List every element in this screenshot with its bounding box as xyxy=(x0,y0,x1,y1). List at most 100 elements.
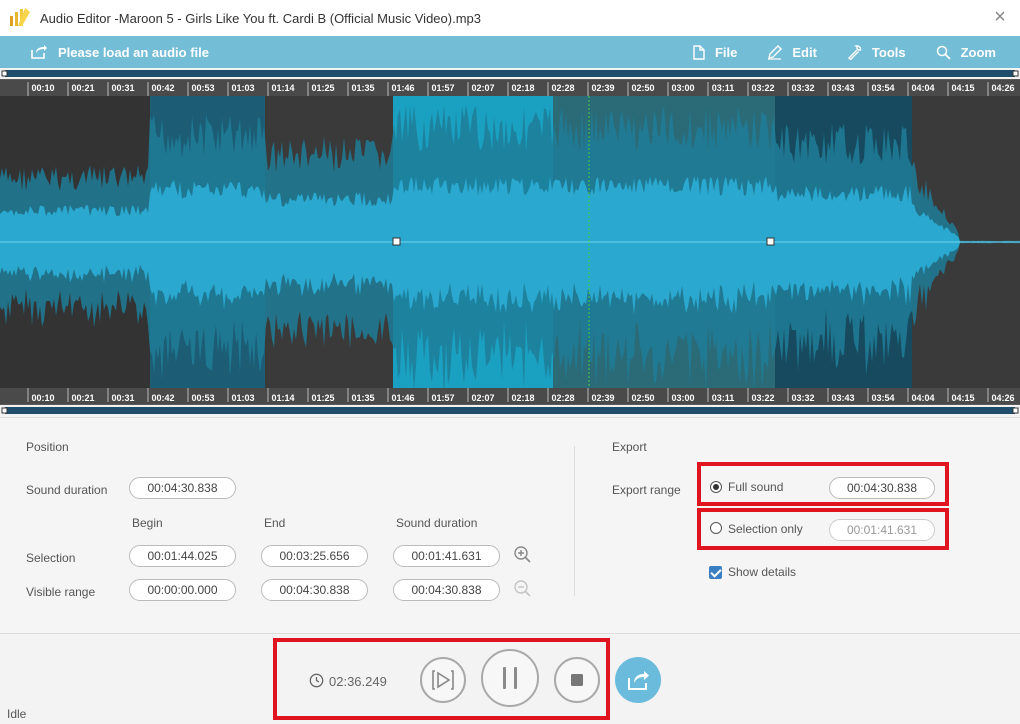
position-section-title: Position xyxy=(26,440,69,454)
timeline-tick-label: 03:22 xyxy=(751,83,774,93)
timeline-tick-label: 03:43 xyxy=(831,83,854,93)
begin-column-header: Begin xyxy=(132,516,163,530)
selection-end-handle xyxy=(766,237,775,246)
window-title: Audio Editor -Maroon 5 - Girls Like You … xyxy=(40,10,481,26)
timeline-tick-label: 01:14 xyxy=(271,83,294,93)
timeline-tick-label: 01:35 xyxy=(351,83,374,93)
share-export-icon xyxy=(628,671,649,690)
show-details-checkbox[interactable] xyxy=(709,566,722,579)
load-file-icon xyxy=(31,45,47,59)
status-text: Idle xyxy=(7,707,27,721)
selection-start-handle xyxy=(392,237,401,246)
timeline-tick-label: 04:04 xyxy=(911,393,934,403)
scrollbar-bottom xyxy=(5,407,1015,414)
current-time-display: 02:36.249 xyxy=(329,674,387,689)
selection-label: Selection xyxy=(26,551,76,565)
timeline-tick-label: 04:15 xyxy=(951,393,974,403)
file-icon xyxy=(693,44,705,60)
pencil-icon xyxy=(768,44,783,60)
full-sound-label[interactable]: Full sound xyxy=(728,480,783,494)
timeline-tick-label: 01:46 xyxy=(391,83,414,93)
scroll-handle-right-bottom xyxy=(1012,407,1019,414)
show-details-label[interactable]: Show details xyxy=(728,565,796,579)
waveform-editor[interactable]: 00:10 00:21 00:31 00:42 00:53 01:03 01:14 01:25… xyxy=(0,68,1020,417)
timeline-tick-label: 04:26 xyxy=(991,83,1014,93)
stop-icon xyxy=(571,674,583,686)
timeline-tick-label: 02:39 xyxy=(591,83,614,93)
visible-begin-field[interactable]: 00:00:00.000 xyxy=(129,579,236,601)
timeline-tick-label: 03:54 xyxy=(871,83,894,93)
visible-range-label: Visible range xyxy=(26,585,96,599)
selection-end-field[interactable]: 00:03:25.656 xyxy=(261,545,368,567)
search-icon xyxy=(936,45,951,60)
wrench-icon xyxy=(847,44,862,60)
close-button[interactable]: × xyxy=(990,7,1010,27)
timeline-tick-label: 04:15 xyxy=(951,83,974,93)
edit-menu-label: Edit xyxy=(792,44,817,60)
timeline-tick-label: 00:10 xyxy=(31,83,54,93)
timeline-tick-label: 01:14 xyxy=(271,393,294,403)
zoom-in-icon[interactable] xyxy=(513,545,533,565)
timeline-tick-label: 03:43 xyxy=(831,393,854,403)
timeline-tick-label: 03:54 xyxy=(871,393,894,403)
edit-menu[interactable]: Edit xyxy=(767,45,817,60)
selection-only-radio[interactable] xyxy=(710,522,722,534)
timeline-tick-label: 03:22 xyxy=(751,393,774,403)
selection-begin-field[interactable]: 00:01:44.025 xyxy=(129,545,236,567)
timeline-tick-label: 01:35 xyxy=(351,393,374,403)
scrollbar-top xyxy=(5,70,1015,77)
zoom-menu-label: Zoom xyxy=(960,44,996,60)
end-column-header: End xyxy=(264,516,286,530)
timeline-tick-label: 03:00 xyxy=(671,83,694,93)
timeline-tick-label: 02:07 xyxy=(471,83,494,93)
selection-only-duration-field: 00:01:41.631 xyxy=(829,519,935,541)
stop-button[interactable] xyxy=(554,657,600,703)
toolbar-menu: File Edit Tools Zoom xyxy=(663,36,996,68)
timeline-tick-label: 02:28 xyxy=(551,393,574,403)
timeline-tick-label: 03:00 xyxy=(671,393,694,403)
timeline-tick-label: 02:39 xyxy=(591,393,614,403)
scroll-handle-left-bottom xyxy=(1,407,8,414)
pause-button[interactable] xyxy=(481,649,539,707)
visible-end-field[interactable]: 00:04:30.838 xyxy=(261,579,368,601)
title-bar: Audio Editor -Maroon 5 - Girls Like You … xyxy=(0,0,1020,36)
load-audio-button[interactable]: Please load an audio file xyxy=(30,44,209,60)
timeline-tick-label: 03:11 xyxy=(712,83,735,93)
selection-only-label[interactable]: Selection only xyxy=(728,522,803,536)
zoom-menu[interactable]: Zoom xyxy=(936,45,996,60)
full-sound-duration-field: 00:04:30.838 xyxy=(829,477,935,499)
timeline-tick-label: 00:53 xyxy=(191,393,214,403)
timeline-tick-label: 00:21 xyxy=(71,83,94,93)
zoom-out-icon[interactable] xyxy=(513,579,533,599)
timeline-tick-label: 00:42 xyxy=(151,83,174,93)
timeline-tick-label: 00:42 xyxy=(151,393,174,403)
file-menu[interactable]: File xyxy=(693,45,737,60)
panel-divider xyxy=(574,446,575,596)
timeline-tick-label: 01:57 xyxy=(431,83,454,93)
timeline-tick-label: 04:04 xyxy=(911,83,934,93)
toolbar: Please load an audio file File Edit Tool… xyxy=(0,36,1020,68)
full-sound-radio[interactable] xyxy=(710,481,722,493)
export-section-title: Export xyxy=(612,440,647,454)
timeline-tick-label: 03:32 xyxy=(791,393,814,403)
selection-duration-field[interactable]: 00:01:41.631 xyxy=(393,545,500,567)
timeline-tick-label: 01:46 xyxy=(391,393,414,403)
play-selection-icon xyxy=(432,670,454,690)
export-range-label: Export range xyxy=(612,483,681,497)
visible-duration-field[interactable]: 00:04:30.838 xyxy=(393,579,500,601)
play-selection-button[interactable] xyxy=(420,657,466,703)
timeline-tick-label: 00:31 xyxy=(111,393,134,403)
duration-column-header: Sound duration xyxy=(396,516,478,530)
tools-menu-label: Tools xyxy=(871,44,906,60)
timeline-tick-label: 00:10 xyxy=(31,393,54,403)
scroll-handle-left-top xyxy=(1,70,8,77)
scroll-handle-right-top xyxy=(1012,70,1019,77)
timeline-tick-label: 02:18 xyxy=(511,393,534,403)
timeline-tick-label: 02:07 xyxy=(471,393,494,403)
timeline-tick-label: 01:25 xyxy=(311,393,334,403)
export-button[interactable] xyxy=(615,657,661,703)
timeline-tick-label: 00:21 xyxy=(71,393,94,403)
timeline-tick-label: 02:28 xyxy=(551,83,574,93)
timeline-tick-label: 02:50 xyxy=(631,83,654,93)
tools-menu[interactable]: Tools xyxy=(847,45,906,60)
